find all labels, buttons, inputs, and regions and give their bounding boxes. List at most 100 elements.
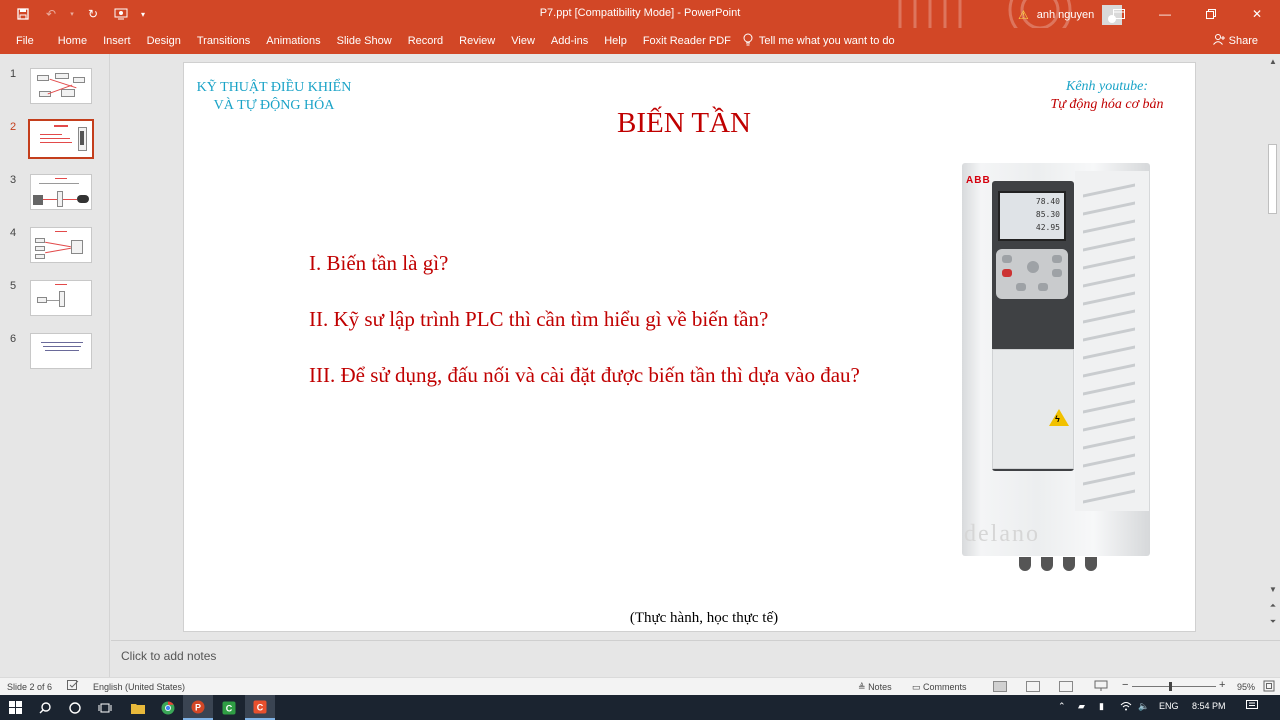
slide-title[interactable]: BIẾN TẦN <box>184 107 1184 140</box>
tab-home[interactable]: Home <box>50 35 95 47</box>
bullet-list[interactable]: I. Biến tần là gì? II. Kỹ sư lập trình P… <box>309 251 860 419</box>
slide-thumbnail-2-selected[interactable] <box>28 119 94 159</box>
zoom-level[interactable]: 95% <box>1237 682 1255 692</box>
org-line-1: KỸ THUẬT ĐIỀU KHIỂN <box>196 80 352 95</box>
spelling-check-icon[interactable] <box>67 680 79 693</box>
next-slide-icon[interactable]: ⏷ <box>1266 616 1280 628</box>
slide-thumbnail-3[interactable] <box>30 174 92 210</box>
notes-icon: ≜ <box>858 682 866 692</box>
drive-keypad <box>996 249 1068 299</box>
tab-add-ins[interactable]: Add-ins <box>543 35 596 47</box>
windows-taskbar: P C C ⌃ ▰ ▮ 🔈 ENG 8:54 PM <box>0 695 1280 720</box>
svg-text:C: C <box>257 702 264 712</box>
tray-app-icon[interactable]: ▰ <box>1078 701 1085 712</box>
tab-animations[interactable]: Animations <box>258 35 328 47</box>
thumbnail-row-2[interactable]: 2 <box>0 119 110 165</box>
tab-foxit-reader-pdf[interactable]: Foxit Reader PDF <box>635 35 739 47</box>
slide-canvas[interactable]: KỸ THUẬT ĐIỀU KHIỂN VÀ TỰ ĐỘNG HÓA Kênh … <box>183 62 1196 632</box>
tab-insert[interactable]: Insert <box>95 35 139 47</box>
drive-reading: 85.30 <box>1035 210 1060 219</box>
drive-brand-logo: ABB <box>966 175 991 186</box>
slide-thumbnail-6[interactable] <box>30 333 92 369</box>
fit-slide-icon[interactable] <box>1263 680 1275 694</box>
recorder-icon[interactable]: C <box>245 695 275 720</box>
wifi-icon[interactable] <box>1120 701 1132 713</box>
tray-chevron-icon[interactable]: ⌃ <box>1058 701 1066 712</box>
reading-view-icon[interactable] <box>1059 681 1073 692</box>
bullet-item: III. Để sử dụng, đấu nối và cài đặt được… <box>309 363 860 387</box>
tab-transitions[interactable]: Transitions <box>189 35 258 47</box>
thumbnail-row-4[interactable]: 4 <box>0 227 110 271</box>
notes-toggle-button[interactable]: ≜ Notes <box>858 682 892 693</box>
slide-show-view-icon[interactable] <box>1094 680 1108 694</box>
frequency-drive-image[interactable]: ABB 78.40 85.30 42.95 ϟ delano <box>959 159 1159 579</box>
tell-me-box[interactable]: Tell me what you want to do <box>743 33 895 49</box>
zoom-in-icon[interactable]: + <box>1219 679 1225 691</box>
tab-record[interactable]: Record <box>400 35 451 47</box>
drive-display: 78.40 85.30 42.95 <box>998 191 1066 241</box>
drive-reading: 42.95 <box>1035 223 1060 232</box>
share-label: Share <box>1228 35 1258 47</box>
svg-text:P: P <box>195 702 201 712</box>
comments-toggle-button[interactable]: ▭ Comments <box>912 682 967 693</box>
comments-label: Comments <box>923 682 967 692</box>
minimize-icon[interactable]: — <box>1142 0 1188 28</box>
search-icon[interactable] <box>30 695 60 720</box>
camtasia-icon[interactable]: C <box>214 695 244 720</box>
chrome-icon[interactable] <box>153 695 183 720</box>
thumbnail-row-6[interactable]: 6 <box>0 333 110 377</box>
scrollbar-thumb[interactable] <box>1268 144 1277 214</box>
slide-thumbnail-5[interactable] <box>30 280 92 316</box>
lightbulb-icon <box>743 33 753 49</box>
file-explorer-icon[interactable] <box>123 695 153 720</box>
volume-icon[interactable]: 🔈 <box>1138 701 1149 712</box>
close-icon[interactable]: ✕ <box>1234 0 1280 28</box>
tab-help[interactable]: Help <box>596 35 635 47</box>
lightning-icon: ϟ <box>1055 414 1060 424</box>
normal-view-icon[interactable] <box>993 681 1007 692</box>
tab-review[interactable]: Review <box>451 35 503 47</box>
slide-counter[interactable]: Slide 2 of 6 <box>7 682 52 692</box>
restore-icon[interactable] <box>1188 0 1234 28</box>
bullet-item: II. Kỹ sư lập trình PLC thì cần tìm hiểu… <box>309 307 769 331</box>
tab-view[interactable]: View <box>503 35 543 47</box>
ribbon-display-options-icon[interactable] <box>1096 0 1142 28</box>
share-button[interactable]: Share <box>1212 34 1258 48</box>
ribbon-tab-bar: File Home Insert Design Transitions Anim… <box>0 28 1280 54</box>
notes-pane[interactable]: Click to add notes <box>111 640 1280 677</box>
share-person-icon <box>1212 34 1225 48</box>
clock-time[interactable]: 8:54 PM <box>1192 701 1226 711</box>
thumbnail-row-3[interactable]: 3 <box>0 174 110 218</box>
comments-icon: ▭ <box>912 682 921 692</box>
youtube-label-line-1: Kênh youtube: <box>1065 79 1149 94</box>
scroll-down-icon[interactable]: ▼ <box>1266 584 1280 596</box>
tab-slide-show[interactable]: Slide Show <box>329 35 400 47</box>
usb-icon[interactable]: ▮ <box>1099 701 1104 712</box>
zoom-slider-track[interactable] <box>1132 686 1216 687</box>
slide-thumbnail-pane: 1 2 3 4 5 6 <box>0 54 110 677</box>
input-language[interactable]: ENG <box>1159 701 1179 711</box>
notification-center-icon[interactable] <box>1246 700 1258 713</box>
scroll-up-icon[interactable]: ▲ <box>1266 56 1280 68</box>
slide-caption[interactable]: (Thực hành, học thực tế) <box>184 610 1195 627</box>
zoom-slider-knob[interactable] <box>1169 682 1172 691</box>
thumbnail-row-5[interactable]: 5 <box>0 280 110 324</box>
zoom-out-icon[interactable]: − <box>1122 679 1128 691</box>
user-name: anh nguyen <box>1036 9 1095 21</box>
cortana-icon[interactable] <box>60 695 90 720</box>
previous-slide-icon[interactable]: ⏶ <box>1266 600 1280 612</box>
slide-thumbnail-4[interactable] <box>30 227 92 263</box>
notes-placeholder: Click to add notes <box>121 649 217 663</box>
status-bar: Slide 2 of 6 English (United States) ≜ N… <box>0 677 1280 695</box>
tab-file[interactable]: File <box>0 35 50 47</box>
start-icon[interactable] <box>0 695 30 720</box>
thumbnail-row-1[interactable]: 1 <box>0 68 110 112</box>
warning-icon[interactable]: ⚠ <box>1018 8 1029 22</box>
slide-sorter-view-icon[interactable] <box>1026 681 1040 692</box>
language-indicator[interactable]: English (United States) <box>93 682 185 692</box>
slide-thumbnail-1[interactable] <box>30 68 92 104</box>
powerpoint-icon[interactable]: P <box>183 695 213 720</box>
task-view-icon[interactable] <box>90 695 120 720</box>
tab-design[interactable]: Design <box>139 35 189 47</box>
vertical-scrollbar[interactable]: ▲ ▼ ⏶ ⏷ <box>1266 54 1280 640</box>
